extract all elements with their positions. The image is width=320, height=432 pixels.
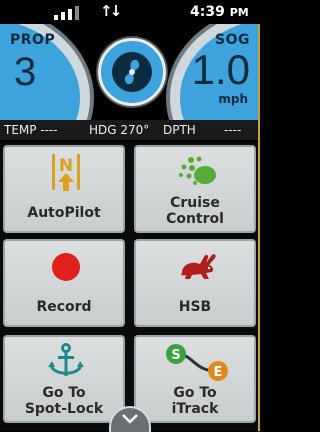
- autopilot-button[interactable]: N AutoPilot: [3, 145, 125, 233]
- prop-label: PROP: [10, 32, 56, 48]
- cruise-control-icon: [179, 156, 216, 185]
- info-strip: TEMP ---- HDG 270° DPTH ----: [0, 120, 260, 140]
- heading-readout: HDG 270°: [89, 123, 150, 137]
- hsb-rabbit-icon: [181, 254, 216, 279]
- clock: 4:39 PM: [190, 4, 249, 20]
- goto-itrack-button[interactable]: S E Go To iTrack: [134, 335, 256, 423]
- itrack-start-letter: S: [171, 348, 180, 363]
- chevron-down-icon: [122, 414, 138, 424]
- itrack-icon: S E: [166, 344, 228, 381]
- hsb-label: HSB: [178, 299, 212, 315]
- data-transfer-icon: ↑↓: [100, 2, 122, 20]
- goto-spot-lock-label-line1: Go To: [42, 385, 86, 401]
- autopilot-label: AutoPilot: [27, 205, 101, 221]
- status-bar: ↑↓ 4:39 PM: [0, 0, 260, 24]
- gauge-panel: PROP 3 SOG 1.0 mph: [0, 24, 260, 120]
- clock-time: 4:39: [190, 4, 225, 20]
- action-grid: N AutoPilot Cruise Control Record HSB Go…: [0, 142, 260, 431]
- temp-readout: TEMP ----: [4, 123, 58, 137]
- record-icon: [52, 253, 80, 281]
- cruise-control-label-line1: Cruise: [170, 195, 220, 211]
- propeller-button[interactable]: [98, 38, 166, 106]
- propeller-icon: [112, 52, 152, 92]
- record-button[interactable]: Record: [3, 239, 125, 327]
- anchor-icon: [48, 343, 84, 376]
- sog-value: 1.0: [191, 46, 250, 93]
- autopilot-icon: N: [52, 154, 80, 191]
- screen-edge: [258, 24, 260, 431]
- clock-ampm: PM: [229, 6, 249, 19]
- goto-itrack-label-line1: Go To: [173, 385, 217, 401]
- sog-unit: mph: [218, 92, 248, 106]
- hsb-button[interactable]: HSB: [134, 239, 256, 327]
- prop-value: 3: [14, 50, 37, 94]
- itrack-end-letter: E: [214, 365, 223, 380]
- goto-itrack-label-line2: iTrack: [171, 401, 219, 417]
- depth-label: DPTH: [163, 123, 196, 137]
- goto-spot-lock-label-line2: Spot-Lock: [24, 401, 104, 417]
- cruise-control-button[interactable]: Cruise Control: [134, 145, 256, 233]
- goto-spot-lock-button[interactable]: Go To Spot-Lock: [3, 335, 125, 423]
- depth-value: ----: [224, 123, 242, 137]
- signal-strength-icon: [54, 5, 82, 20]
- cruise-control-label-line2: Control: [166, 211, 224, 227]
- record-label: Record: [36, 299, 92, 315]
